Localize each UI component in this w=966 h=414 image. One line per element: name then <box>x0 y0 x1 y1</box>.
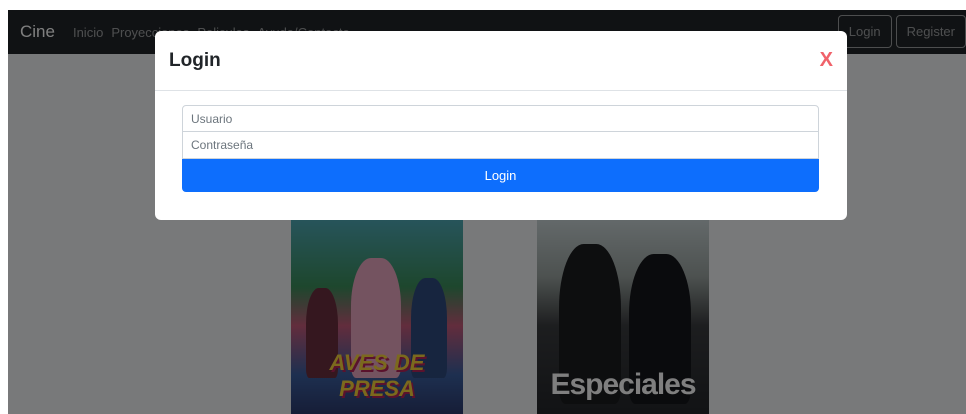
close-icon[interactable]: X <box>820 49 833 72</box>
modal-header: Login X <box>155 31 847 91</box>
modal-title: Login <box>169 49 221 71</box>
login-modal: Login X Login <box>155 31 847 220</box>
screenshot-frame: Cine Inicio Proyecciones Peliculas Ayuda… <box>0 0 966 414</box>
username-input[interactable] <box>182 105 819 132</box>
app-window: Cine Inicio Proyecciones Peliculas Ayuda… <box>8 10 966 414</box>
password-input[interactable] <box>182 132 819 159</box>
modal-body: Login <box>155 91 847 192</box>
login-submit-button[interactable]: Login <box>182 159 819 192</box>
